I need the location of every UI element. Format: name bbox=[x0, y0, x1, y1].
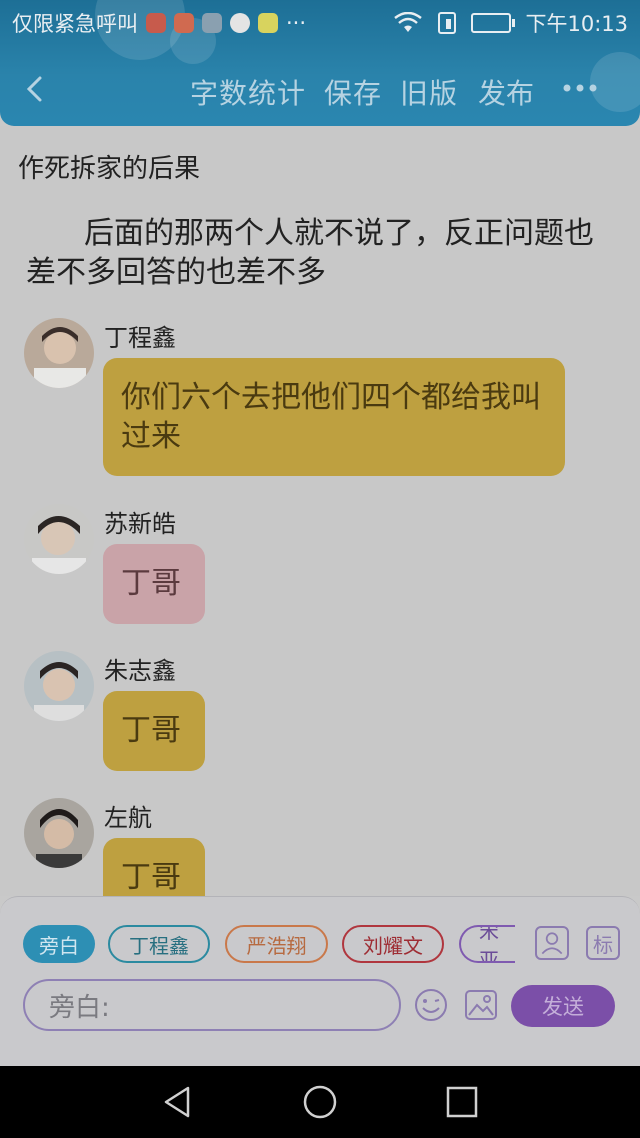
top-header: 仅限紧急呼叫 ··· 下午10:13 字数统计 保存 旧版 发布 bbox=[0, 0, 640, 126]
story-paragraph: 后面的那两个人就不说了，反正问题也差不多回答的也差不多 bbox=[26, 216, 594, 290]
speaker-name: 丁程鑫 bbox=[104, 324, 176, 352]
role-chip-liu[interactable]: 刘耀文 bbox=[342, 925, 444, 963]
back-triangle-icon[interactable] bbox=[160, 1084, 196, 1120]
role-chip-narrator[interactable]: 旁白 bbox=[23, 925, 95, 963]
music-app-icon bbox=[230, 13, 250, 33]
more-options-icon[interactable] bbox=[562, 82, 598, 94]
message-bubble[interactable]: 丁哥 bbox=[103, 691, 205, 771]
old-version-button[interactable]: 旧版 bbox=[400, 72, 458, 112]
role-chip-yan[interactable]: 严浩翔 bbox=[225, 925, 328, 963]
more-notifications: ··· bbox=[286, 11, 307, 35]
story-content: 作死拆家的后果 后面的那两个人就不说了，反正问题也差不多回答的也差不多 丁程鑫 … bbox=[0, 126, 640, 896]
system-nav-bar bbox=[0, 1066, 640, 1138]
back-arrow-icon[interactable] bbox=[20, 74, 50, 104]
mail-app-icon bbox=[146, 13, 166, 33]
emoji-icon[interactable] bbox=[413, 987, 449, 1023]
message-bubble[interactable]: 丁哥 bbox=[103, 544, 205, 624]
speaker-name: 左航 bbox=[104, 804, 152, 832]
role-chip-ding[interactable]: 丁程鑫 bbox=[108, 925, 210, 963]
battery-icon bbox=[471, 13, 516, 33]
speaker-name: 朱志鑫 bbox=[104, 657, 176, 685]
person-icon[interactable] bbox=[535, 926, 569, 960]
gallery-app-icon bbox=[202, 13, 222, 33]
carrier-status: 仅限紧急呼叫 bbox=[12, 12, 138, 36]
wifi-icon bbox=[394, 12, 423, 32]
role-chip-song[interactable]: 宋亚 bbox=[459, 925, 515, 963]
word-count-button[interactable]: 字数统计 bbox=[190, 72, 306, 112]
sim-icon bbox=[438, 12, 457, 34]
avatar[interactable] bbox=[24, 318, 94, 388]
home-circle-icon[interactable] bbox=[302, 1084, 338, 1120]
tag-button[interactable]: 标 bbox=[586, 926, 620, 960]
send-button[interactable]: 发送 bbox=[511, 985, 615, 1027]
avatar[interactable] bbox=[24, 504, 94, 574]
status-bar: 仅限紧急呼叫 ··· 下午10:13 bbox=[0, 0, 640, 44]
story-title: 作死拆家的后果 bbox=[18, 154, 201, 184]
speaker-name: 苏新皓 bbox=[104, 510, 176, 538]
message-bubble[interactable]: 你们六个去把他们四个都给我叫过来 bbox=[103, 358, 565, 476]
avatar[interactable] bbox=[24, 651, 94, 721]
composer-panel: 旁白 丁程鑫 严浩翔 刘耀文 宋亚 旁白: 发送 bbox=[0, 896, 640, 1067]
status-time: 下午10:13 bbox=[525, 12, 628, 36]
publish-button[interactable]: 发布 bbox=[478, 72, 534, 112]
save-button[interactable]: 保存 bbox=[324, 72, 382, 112]
toolbar: 字数统计 保存 旧版 发布 bbox=[0, 62, 640, 122]
notification-app-icon bbox=[174, 13, 194, 33]
message-input[interactable]: 旁白: bbox=[23, 979, 401, 1031]
recents-square-icon[interactable] bbox=[444, 1084, 480, 1120]
message-bubble[interactable]: 丁哥 bbox=[103, 838, 205, 896]
image-icon[interactable] bbox=[463, 987, 499, 1023]
avatar[interactable] bbox=[24, 798, 94, 868]
chat-app-icon bbox=[258, 13, 278, 33]
